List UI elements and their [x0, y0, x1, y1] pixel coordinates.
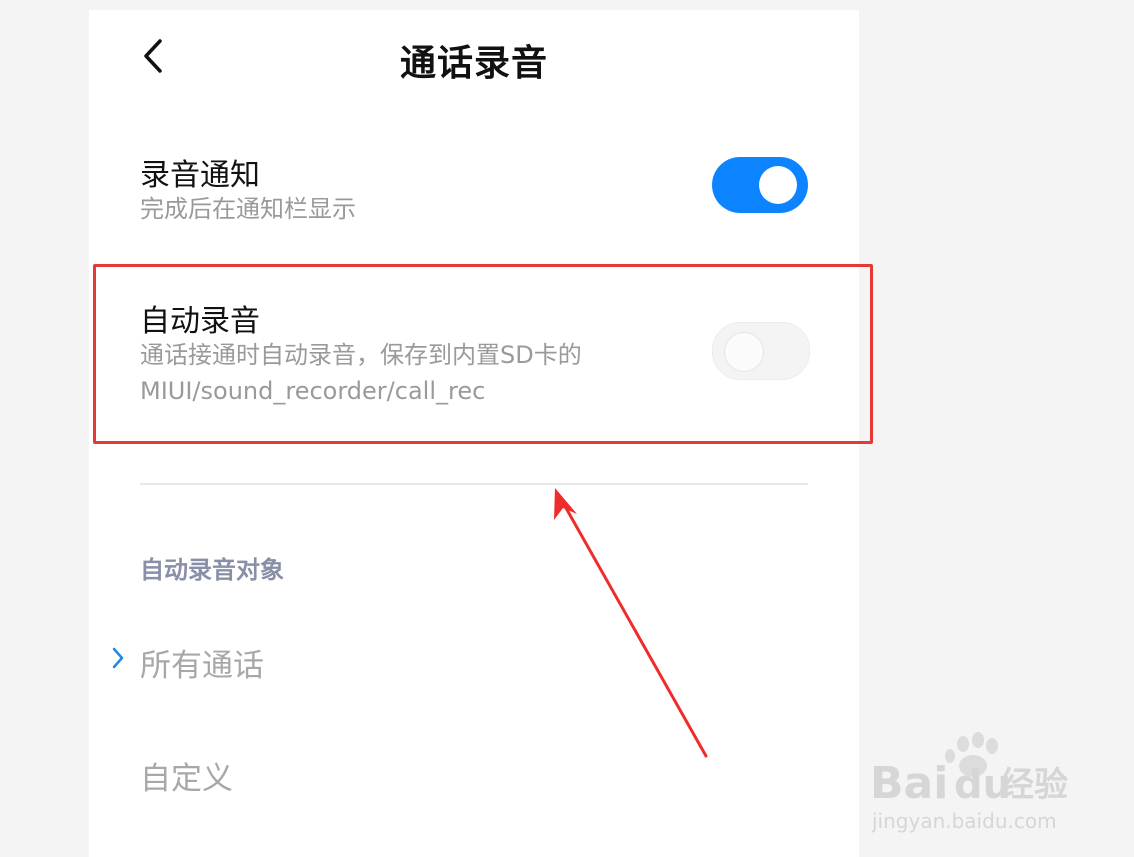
option-all-calls[interactable]: 所有通话: [140, 640, 264, 685]
section-header-auto-record-target: 自动录音对象: [140, 556, 284, 584]
option-custom[interactable]: 自定义: [140, 753, 233, 798]
notify-subtitle: 完成后在通知栏显示: [140, 195, 356, 223]
watermark-url: jingyan.baidu.com: [871, 809, 1057, 833]
page-title: 通话录音: [399, 43, 548, 84]
watermark-brand-1: Bai: [870, 758, 948, 809]
annotation-highlight-box: [93, 264, 873, 444]
toggle-knob: [759, 166, 797, 204]
notify-toggle[interactable]: [712, 157, 808, 213]
notify-title: 录音通知: [140, 158, 260, 193]
baidu-jingyan-watermark: Bai du 经验 jingyan.baidu.com: [870, 732, 1068, 833]
chevron-right-icon: [112, 647, 124, 669]
section-divider: [140, 483, 808, 485]
watermark-brand-cn: 经验: [1000, 765, 1068, 805]
